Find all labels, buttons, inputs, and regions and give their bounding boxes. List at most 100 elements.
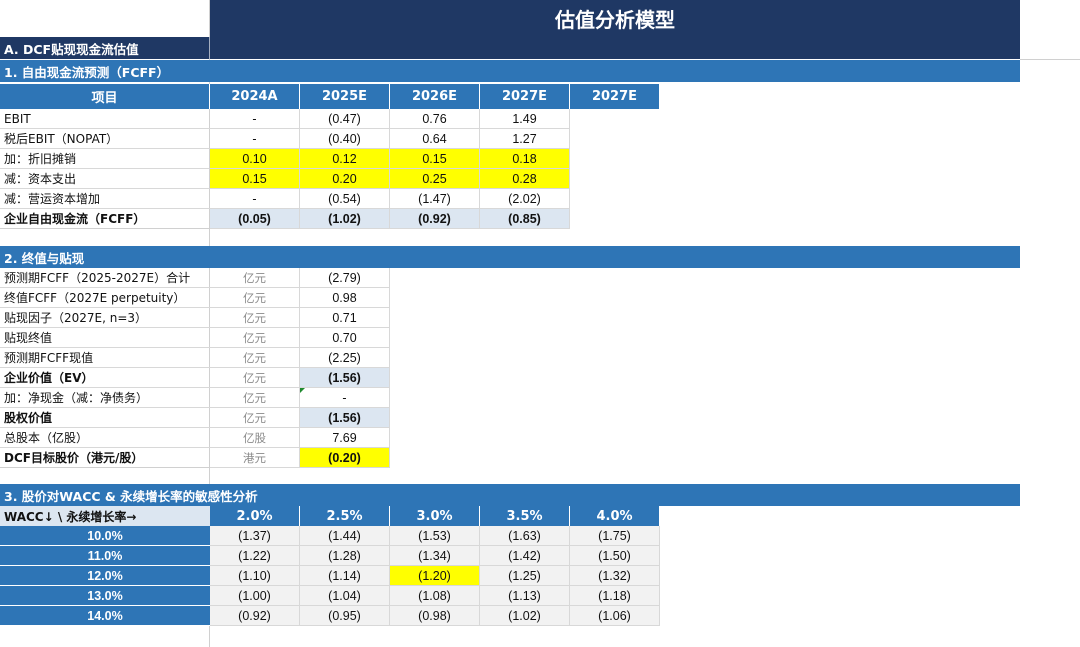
value-cell[interactable]: 0.70 (300, 328, 390, 348)
unit-cell[interactable]: 亿元 (210, 268, 300, 288)
unit-cell[interactable]: 亿元 (210, 328, 300, 348)
row-label[interactable]: EBIT (0, 109, 210, 129)
row-label-ev[interactable]: 企业价值（EV） (0, 368, 210, 388)
sensitivity-cell[interactable]: (0.92) (210, 606, 300, 626)
grid-line (0, 467, 210, 468)
input-cell[interactable]: 0.20 (300, 169, 390, 189)
table-cell[interactable]: 0.76 (390, 109, 480, 129)
row-label-fcff[interactable]: 企业自由现金流（FCFF） (0, 209, 210, 229)
table-cell[interactable]: (1.47) (390, 189, 480, 209)
row-label-target-price[interactable]: DCF目标股价（港元/股） (0, 448, 210, 468)
sensitivity-cell[interactable]: (1.75) (570, 526, 660, 546)
input-cell[interactable]: 0.15 (210, 169, 300, 189)
sensitivity-cell[interactable]: (1.18) (570, 586, 660, 606)
sensitivity-cell[interactable]: (1.50) (570, 546, 660, 566)
sensitivity-cell[interactable]: (1.06) (570, 606, 660, 626)
table-cell[interactable]: 1.49 (480, 109, 570, 129)
value-cell[interactable]: (2.79) (300, 268, 390, 288)
input-cell[interactable]: 0.10 (210, 149, 300, 169)
unit-cell[interactable]: 亿元 (210, 408, 300, 428)
row-label[interactable]: 贴现因子（2027E, n=3） (0, 308, 210, 328)
fcff-cell[interactable]: (0.05) (210, 209, 300, 229)
fcff-cell[interactable]: (0.92) (390, 209, 480, 229)
row-label[interactable]: 总股本（亿股） (0, 428, 210, 448)
equity-cell[interactable]: (1.56) (300, 408, 390, 428)
section-2-header: 2. 终值与贴现 (0, 246, 1020, 268)
row-label[interactable]: 减：资本支出 (0, 169, 210, 189)
growth-header: 2.0% (210, 506, 300, 526)
unit-cell[interactable]: 亿元 (210, 388, 300, 408)
sensitivity-cell[interactable]: (1.22) (210, 546, 300, 566)
row-label[interactable]: 预测期FCFF（2025-2027E）合计 (0, 268, 210, 288)
sensitivity-cell[interactable]: (1.00) (210, 586, 300, 606)
sensitivity-cell[interactable]: (1.53) (390, 526, 480, 546)
row-label[interactable]: 减：营运资本增加 (0, 189, 210, 209)
input-cell[interactable]: 0.15 (390, 149, 480, 169)
target-price-cell[interactable]: (0.20) (300, 448, 390, 468)
table-cell[interactable]: 0.64 (390, 129, 480, 149)
sensitivity-cell[interactable]: (0.98) (390, 606, 480, 626)
sensitivity-cell[interactable]: (1.04) (300, 586, 390, 606)
table-cell[interactable]: (0.47) (300, 109, 390, 129)
growth-header: 3.5% (480, 506, 570, 526)
value-cell[interactable]: (2.25) (300, 348, 390, 368)
value-cell[interactable]: - (300, 388, 390, 408)
table-cell[interactable]: - (210, 109, 300, 129)
unit-cell[interactable]: 亿元 (210, 348, 300, 368)
divider (209, 37, 210, 59)
table-cell[interactable]: - (210, 189, 300, 209)
sensitivity-cell[interactable]: (1.25) (480, 566, 570, 586)
row-label[interactable]: 加：折旧摊销 (0, 149, 210, 169)
sensitivity-cell[interactable]: (1.34) (390, 546, 480, 566)
grid-line (1020, 59, 1080, 60)
table-cell[interactable]: (0.40) (300, 129, 390, 149)
wacc-row-header: 13.0% (0, 586, 210, 606)
table-cell[interactable]: (2.02) (480, 189, 570, 209)
input-cell[interactable]: 0.18 (480, 149, 570, 169)
value-cell[interactable]: 0.71 (300, 308, 390, 328)
row-label[interactable]: 税后EBIT（NOPAT） (0, 129, 210, 149)
sensitivity-cell[interactable]: (1.42) (480, 546, 570, 566)
sensitivity-cell[interactable]: (1.28) (300, 546, 390, 566)
row-label[interactable]: 贴现终值 (0, 328, 210, 348)
value-cell[interactable]: 0.98 (300, 288, 390, 308)
unit-cell[interactable]: 亿元 (210, 308, 300, 328)
sensitivity-cell[interactable]: (1.32) (570, 566, 660, 586)
fcff-cell[interactable]: (1.02) (300, 209, 390, 229)
table-cell[interactable]: - (210, 129, 300, 149)
row-label-equity[interactable]: 股权价值 (0, 408, 210, 428)
value-cell[interactable]: 7.69 (300, 428, 390, 448)
table-cell[interactable]: (0.54) (300, 189, 390, 209)
grid-line (0, 228, 210, 229)
sensitivity-cell[interactable]: (1.14) (300, 566, 390, 586)
sensitivity-base-cell[interactable]: (1.20) (390, 566, 480, 586)
sensitivity-cell[interactable]: (1.13) (480, 586, 570, 606)
column-header-year: 2025E (300, 84, 390, 109)
unit-cell[interactable]: 港元 (210, 448, 300, 468)
row-label[interactable]: 终值FCFF（2027E perpetuity） (0, 288, 210, 308)
sensitivity-corner-label: WACC↓ \ 永续增长率→ (0, 506, 210, 526)
page-title: 估值分析模型 (210, 0, 1020, 37)
column-header-year: 2027E (480, 84, 570, 109)
ev-cell[interactable]: (1.56) (300, 368, 390, 388)
unit-cell[interactable]: 亿元 (210, 368, 300, 388)
sensitivity-cell[interactable]: (1.44) (300, 526, 390, 546)
table-cell[interactable]: 1.27 (480, 129, 570, 149)
sensitivity-cell[interactable]: (1.37) (210, 526, 300, 546)
row-label[interactable]: 加：净现金（减：净债务） (0, 388, 210, 408)
sensitivity-cell[interactable]: (1.10) (210, 566, 300, 586)
input-cell[interactable]: 0.28 (480, 169, 570, 189)
input-cell[interactable]: 0.12 (300, 149, 390, 169)
sensitivity-cell[interactable]: (1.08) (390, 586, 480, 606)
input-cell[interactable]: 0.25 (390, 169, 480, 189)
sensitivity-cell[interactable]: (1.63) (480, 526, 570, 546)
unit-cell[interactable]: 亿元 (210, 288, 300, 308)
sensitivity-cell[interactable]: (0.95) (300, 606, 390, 626)
unit-cell[interactable]: 亿股 (210, 428, 300, 448)
row-label[interactable]: 预测期FCFF现值 (0, 348, 210, 368)
section-3-header: 3. 股价对WACC & 永续增长率的敏感性分析 (0, 484, 1020, 506)
fcff-cell[interactable]: (0.85) (480, 209, 570, 229)
sensitivity-cell[interactable]: (1.02) (480, 606, 570, 626)
growth-header: 3.0% (390, 506, 480, 526)
wacc-row-header: 11.0% (0, 546, 210, 566)
